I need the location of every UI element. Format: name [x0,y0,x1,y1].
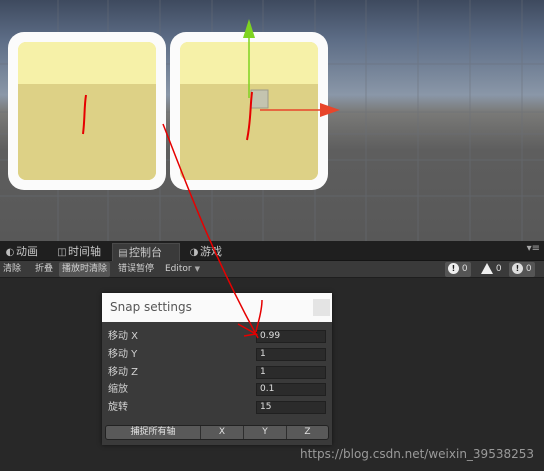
snap-row-move-z: 移动 Z 1 [108,365,328,380]
watermark-text: https://blog.csdn.net/weixin_39538253 [299,447,534,461]
panel-menu-icon[interactable]: ▾≡ [527,243,540,254]
snap-row-move-y: 移动 Y 1 [108,347,328,362]
error-count-toggle[interactable]: ! 0 [445,262,471,277]
tab-label: 游戏 [200,245,222,258]
panel-tab-bar: ◐ 动画 ◫时间轴 ▤控制台 ◑ 游戏 ▾≡ [0,241,544,261]
field-label: 旋转 [108,402,128,413]
window-title: Snap settings [110,300,192,314]
close-icon[interactable] [313,299,330,316]
error-count: 0 [461,264,468,274]
game-icon: ◑ [189,247,199,258]
field-label: 缩放 [108,384,128,395]
field-label: 移动 X [108,331,139,342]
move-z-field[interactable]: 1 [256,366,326,379]
log-count: 0 [525,264,532,274]
snap-settings-window: Snap settings 移动 X 0.99 移动 Y 1 移动 Z 1 缩放… [102,293,332,445]
tab-label: 控制台 [129,246,162,259]
snap-row-move-x: 移动 X 0.99 [108,329,328,344]
tab-game[interactable]: ◑ 游戏 [184,243,234,261]
scene-view[interactable] [0,0,544,241]
snap-row-scale: 缩放 0.1 [108,382,328,397]
log-count-toggle[interactable]: ! 0 [509,262,535,277]
tab-label: 时间轴 [68,245,101,258]
snap-z-button[interactable]: Z [287,426,328,439]
error-icon: ! [448,263,459,274]
tab-console[interactable]: ▤控制台 [112,243,180,261]
editor-dropdown[interactable]: Editor ▼ [162,262,203,277]
error-pause-button[interactable]: 错误暂停 [115,262,157,277]
tab-label: 动画 [16,245,38,258]
snap-settings-titlebar[interactable]: Snap settings [102,293,332,322]
editor-dropdown-label: Editor [165,264,192,274]
snap-button-group: 捕捉所有轴 X Y Z [105,425,329,440]
move-x-field[interactable]: 0.99 [256,330,326,343]
y-axis-arrow-icon[interactable] [243,19,255,38]
warning-icon [481,263,493,274]
move-gizmo[interactable] [0,0,544,241]
warning-count: 0 [495,264,502,274]
xy-plane-handle[interactable] [250,89,269,109]
collapse-button[interactable]: 折叠 [32,262,56,277]
info-icon: ! [512,263,523,274]
snap-row-rotation: 旋转 15 [108,400,328,415]
clear-on-play-button[interactable]: 播放时清除 [59,262,111,277]
tab-timeline[interactable]: ◫时间轴 [52,243,108,261]
rotation-field[interactable]: 15 [256,401,326,414]
unity-editor-screenshot: ◐ 动画 ◫时间轴 ▤控制台 ◑ 游戏 ▾≡ 清除 折叠 播放时清除 错误暂停 Ed… [0,0,544,471]
move-y-field[interactable]: 1 [256,348,326,361]
scale-field[interactable]: 0.1 [256,383,326,396]
x-axis-arrow-icon[interactable] [320,103,340,117]
field-label: 移动 Y [108,349,138,360]
snap-x-button[interactable]: X [201,426,244,439]
console-toolbar: 清除 折叠 播放时清除 错误暂停 Editor ▼ ! 0 0 ! 0 [0,261,544,278]
field-label: 移动 Z [108,367,139,378]
snap-all-axes-button[interactable]: 捕捉所有轴 [106,426,201,439]
clear-button[interactable]: 清除 [0,262,24,277]
tab-animation[interactable]: ◐ 动画 [0,243,50,261]
warning-count-toggle[interactable]: 0 [478,262,505,277]
animation-icon: ◐ [5,247,15,258]
timeline-icon: ◫ [57,247,67,258]
chevron-down-icon: ▼ [194,265,201,273]
snap-y-button[interactable]: Y [244,426,287,439]
